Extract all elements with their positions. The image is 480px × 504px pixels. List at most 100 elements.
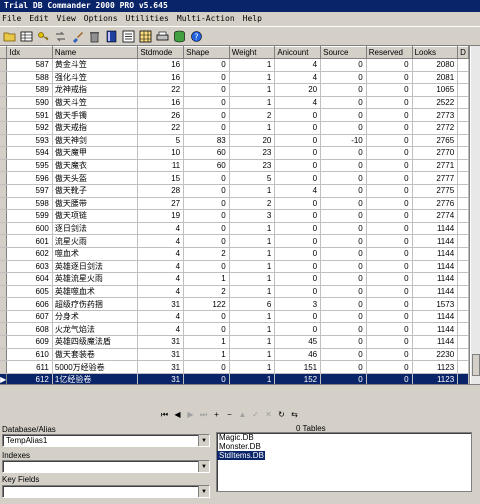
- cell-weight[interactable]: 20: [229, 134, 276, 148]
- key-icon[interactable]: [36, 29, 51, 44]
- cell-looks[interactable]: 1065: [412, 83, 459, 97]
- cell-stdmode[interactable]: 22: [137, 121, 185, 135]
- cell-d[interactable]: [457, 171, 469, 185]
- cell-reserved[interactable]: 0: [366, 285, 413, 299]
- cell-weight[interactable]: 2: [229, 108, 276, 122]
- cell-name[interactable]: 傲天靴子: [52, 184, 139, 198]
- table-row[interactable]: 606 超级疗伤药捆 31 122 6 3 0 0 1573: [0, 297, 469, 311]
- table-row[interactable]: 605 英雄噬血术 4 2 1 0 0 0 1144: [0, 285, 469, 299]
- cell-stdmode[interactable]: 15: [137, 171, 185, 185]
- tables-list[interactable]: Magic.DB Monster.DB StdItems.DB: [216, 432, 472, 492]
- nav-insert-button[interactable]: +: [210, 408, 223, 421]
- cell-name[interactable]: 傲天神剑: [52, 134, 139, 148]
- cell-source[interactable]: 0: [320, 310, 367, 324]
- cell-weight[interactable]: 5: [229, 171, 276, 185]
- cell-stdmode[interactable]: 4: [137, 247, 185, 261]
- cell-weight[interactable]: 1: [229, 58, 276, 72]
- cell-stdmode[interactable]: 4: [137, 310, 185, 324]
- column-header-source[interactable]: Source: [320, 46, 367, 59]
- cell-stdmode[interactable]: 4: [137, 285, 185, 299]
- row-indicator[interactable]: [0, 96, 8, 110]
- book-icon[interactable]: [104, 29, 119, 44]
- cell-idx[interactable]: 592: [6, 121, 53, 135]
- cell-reserved[interactable]: 0: [366, 108, 413, 122]
- cell-shape[interactable]: 1: [183, 348, 230, 362]
- cell-idx[interactable]: 589: [6, 83, 53, 97]
- cell-weight[interactable]: 23: [229, 146, 276, 160]
- cell-stdmode[interactable]: 11: [137, 159, 185, 173]
- list-item[interactable]: Magic.DB: [217, 433, 471, 442]
- cell-d[interactable]: [457, 348, 469, 362]
- cell-anicount[interactable]: 0: [274, 121, 322, 135]
- cell-shape[interactable]: 0: [183, 184, 230, 198]
- cell-looks[interactable]: 2772: [412, 121, 459, 135]
- cell-reserved[interactable]: 0: [366, 184, 413, 198]
- cell-shape[interactable]: 0: [183, 171, 230, 185]
- cell-anicount[interactable]: 0: [274, 146, 322, 160]
- open-folder-icon[interactable]: [2, 29, 17, 44]
- cell-looks[interactable]: 1144: [412, 335, 459, 349]
- table-row[interactable]: 604 英雄流星火雨 4 1 1 0 0 0 1144: [0, 272, 469, 286]
- column-header-reserved[interactable]: Reserved: [366, 46, 413, 59]
- cell-source[interactable]: 0: [320, 146, 367, 160]
- cell-looks[interactable]: 2522: [412, 96, 459, 110]
- cell-source[interactable]: 0: [320, 234, 367, 248]
- cell-d[interactable]: [457, 247, 469, 261]
- table-row[interactable]: 589 龙神戒指 22 0 1 20 0 0 1065: [0, 83, 469, 97]
- cell-reserved[interactable]: 0: [366, 348, 413, 362]
- cell-name[interactable]: 龙神戒指: [52, 83, 139, 97]
- cell-reserved[interactable]: 0: [366, 260, 413, 274]
- cell-reserved[interactable]: 0: [366, 310, 413, 324]
- cell-reserved[interactable]: 0: [366, 121, 413, 135]
- table-row[interactable]: 599 傲天项链 19 0 3 0 0 0 2774: [0, 209, 469, 223]
- cell-shape[interactable]: 0: [183, 121, 230, 135]
- cell-name[interactable]: 英雄流星火雨: [52, 272, 139, 286]
- brush-icon[interactable]: [70, 29, 85, 44]
- cell-idx[interactable]: 611: [6, 360, 53, 374]
- row-indicator[interactable]: [0, 71, 8, 85]
- cell-anicount[interactable]: 0: [274, 197, 322, 211]
- table-row[interactable]: 588 强化斗笠 16 0 1 4 0 0 2081: [0, 71, 469, 85]
- cell-anicount[interactable]: 4: [274, 58, 322, 72]
- cell-stdmode[interactable]: 31: [137, 348, 185, 362]
- cell-anicount[interactable]: 0: [274, 260, 322, 274]
- menu-view[interactable]: View: [57, 12, 76, 26]
- cell-source[interactable]: 0: [320, 121, 367, 135]
- table-row[interactable]: 600 逐日剑法 4 0 1 0 0 0 1144: [0, 222, 469, 236]
- menu-multi-action[interactable]: Multi-Action: [177, 12, 235, 26]
- cell-idx[interactable]: 602: [6, 247, 53, 261]
- column-header-anicount[interactable]: Anicount: [274, 46, 322, 59]
- cell-idx[interactable]: 591: [6, 108, 53, 122]
- cell-anicount[interactable]: 0: [274, 310, 322, 324]
- cell-weight[interactable]: 1: [229, 96, 276, 110]
- cell-reserved[interactable]: 0: [366, 209, 413, 223]
- cell-idx[interactable]: 595: [6, 159, 53, 173]
- cell-idx[interactable]: 612: [6, 373, 53, 384]
- cell-source[interactable]: 0: [320, 285, 367, 299]
- cell-weight[interactable]: 1: [229, 373, 276, 384]
- cell-d[interactable]: [457, 373, 469, 384]
- cell-shape[interactable]: 0: [183, 222, 230, 236]
- cell-shape[interactable]: 0: [183, 360, 230, 374]
- cell-anicount[interactable]: 0: [274, 159, 322, 173]
- cell-name[interactable]: 傲天魔衣: [52, 159, 139, 173]
- cell-source[interactable]: 0: [320, 247, 367, 261]
- cell-shape[interactable]: 83: [183, 134, 230, 148]
- cell-looks[interactable]: 2773: [412, 108, 459, 122]
- cell-source[interactable]: 0: [320, 335, 367, 349]
- cell-stdmode[interactable]: 31: [137, 373, 185, 384]
- cell-weight[interactable]: 1: [229, 360, 276, 374]
- cell-shape[interactable]: 0: [183, 83, 230, 97]
- cell-stdmode[interactable]: 10: [137, 146, 185, 160]
- cell-anicount[interactable]: 4: [274, 71, 322, 85]
- cell-d[interactable]: [457, 159, 469, 173]
- cell-reserved[interactable]: 0: [366, 247, 413, 261]
- cell-reserved[interactable]: 0: [366, 96, 413, 110]
- cell-weight[interactable]: 1: [229, 71, 276, 85]
- cell-reserved[interactable]: 0: [366, 58, 413, 72]
- cell-looks[interactable]: 1144: [412, 285, 459, 299]
- cell-stdmode[interactable]: 26: [137, 108, 185, 122]
- cell-source[interactable]: 0: [320, 71, 367, 85]
- cell-weight[interactable]: 1: [229, 184, 276, 198]
- cell-name[interactable]: 傲天斗笠: [52, 96, 139, 110]
